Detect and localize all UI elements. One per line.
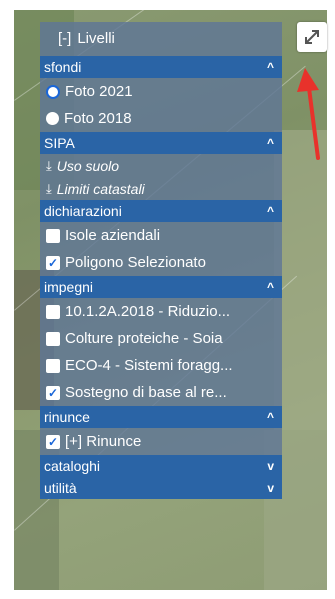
annotation-arrow bbox=[297, 68, 320, 160]
